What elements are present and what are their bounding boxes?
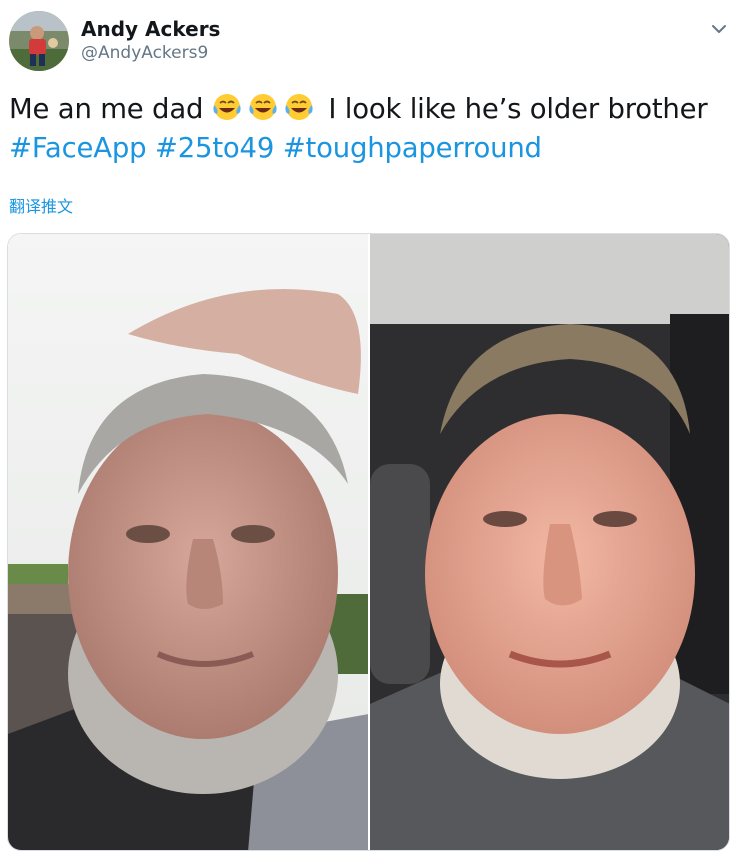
author-handle[interactable]: @AndyAckers9 [81, 43, 208, 63]
author-name[interactable]: Andy Ackers [81, 17, 220, 41]
media-grid [7, 233, 730, 851]
hashtag-link[interactable]: #toughpaperround [283, 132, 542, 164]
translate-tweet-link[interactable]: 翻译推文 [9, 193, 73, 217]
joy-emoji-icon [212, 92, 246, 122]
chevron-down-icon[interactable] [708, 18, 730, 40]
joy-emoji-icon [284, 92, 318, 122]
avatar[interactable] [9, 11, 69, 71]
hashtag-link[interactable]: #FaceApp [9, 132, 147, 164]
photo-left[interactable] [8, 234, 368, 850]
hashtag-link[interactable]: #25to49 [155, 132, 274, 164]
tweet-text-start: Me an me dad [9, 93, 204, 125]
joy-emoji-icon [248, 92, 282, 122]
photo-right[interactable] [370, 234, 729, 850]
tweet-text: Me an me dad I look like he’s older brot… [9, 90, 731, 168]
tweet-text-end: I look like he’s older brother [319, 93, 708, 125]
